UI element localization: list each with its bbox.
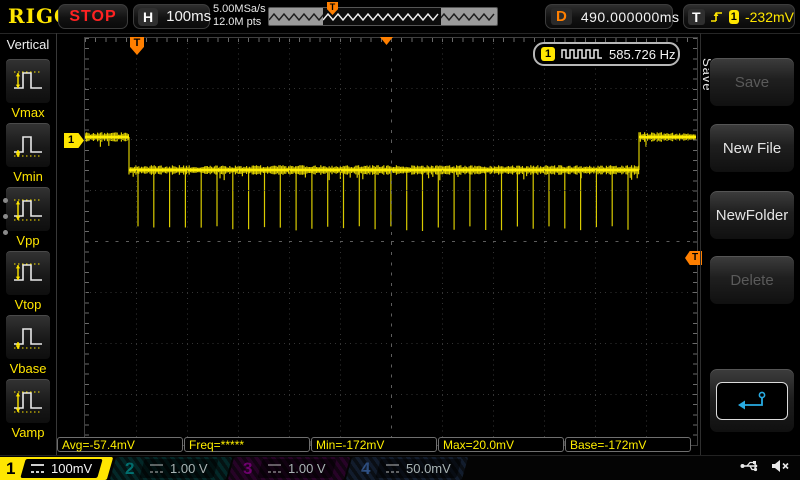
timebase-value: 100ms [166,8,212,25]
sample-rate: 5.00MSa/s [213,3,266,15]
trigger-label: T [688,8,705,25]
new-file-button[interactable]: New File [709,123,795,173]
channel-number: 2 [125,458,135,478]
measure-item-vpp[interactable]: Vpp [5,186,51,248]
vmax-icon [5,58,51,104]
square-wave-icon [561,48,603,60]
overview-wave-inner [323,12,439,22]
graticule-line [85,241,697,242]
dc-coupling-icon [150,464,164,473]
save-button[interactable]: Save [709,57,795,107]
run-state-indicator[interactable]: STOP [58,4,128,29]
soft-button-label: Save [734,73,770,91]
graticule-line [85,342,697,344]
soft-button-label: Delete [730,271,774,289]
right-soft-menu: Save Save New File NewFolder Delete [700,33,800,455]
freq-value: 585.726 Hz [609,46,676,62]
ch1-ground-marker[interactable]: 1 [64,133,84,148]
memory-depth: 12.0M pts [213,16,262,28]
dc-coupling-icon [386,464,400,473]
frequency-counter: 1 585.726 Hz [533,42,680,66]
measure-item-label: Vamp [11,425,45,440]
left-measure-menu: Vertical Vmax Vmin Vpp Vtop Vbase Vamp [0,33,57,455]
top-status-bar: RIGOL STOP H 100ms 5.00MSa/s 12.0M pts T… [0,0,800,34]
oscilloscope-screen: RIGOL STOP H 100ms 5.00MSa/s 12.0M pts T… [0,0,800,480]
acquisition-info: 5.00MSa/s 12.0M pts [213,3,266,29]
graticule-line [85,88,697,90]
graticule-line [85,139,697,141]
delay-readout[interactable]: D 490.000000ms [545,4,679,29]
speaker-muted-icon [770,458,790,479]
horizontal-timebase[interactable]: H 100ms [133,4,212,29]
run-state-label: STOP [69,7,117,25]
waveform-overview-bar[interactable]: T [268,2,498,26]
soft-button-label: NewFolder [715,206,789,224]
measure-menu-title: Vertical [6,37,50,52]
status-icons [740,458,790,479]
usb-icon [740,459,762,478]
vbase-icon [5,314,51,360]
graticule-line [85,190,697,192]
measure-item-label: Vtop [14,297,42,312]
measurement-result: Base=-172mV [565,437,691,452]
new-folder-button[interactable]: NewFolder [709,190,795,240]
channel-4-status[interactable]: 4 50.0mV [345,457,469,480]
freq-source-badge: 1 [541,47,555,61]
trigger-readout[interactable]: T 1 -232mV [683,4,795,29]
measurement-result: Max=20.0mV [438,437,564,452]
graticule-line [85,291,697,293]
measure-item-label: Vbase [9,361,47,376]
measure-item-vmax[interactable]: Vmax [5,58,51,120]
dc-coupling-icon [31,464,45,473]
channel-number: 4 [361,458,371,478]
delete-button[interactable]: Delete [709,255,795,305]
trigger-source-badge: 1 [728,9,739,24]
vmin-icon [5,122,51,168]
measure-item-vtop[interactable]: Vtop [5,250,51,312]
measurement-result: Min=-172mV [311,437,437,452]
channel-status-bar: 1 100mV 2 1.00 V 3 1.00 V 4 50.0mV [0,455,800,480]
menu-page-dot [3,198,8,203]
soft-button-label: New File [722,139,782,157]
measure-item-label: Vpp [16,233,40,248]
channel-scale: 100mV [51,461,93,476]
channel-number: 3 [243,458,253,478]
overview-view-window[interactable] [323,8,441,25]
delay-label: D [551,8,572,25]
delay-value: 490.000000ms [580,8,680,25]
measure-item-label: Vmax [11,105,45,120]
measure-item-vamp[interactable]: Vamp [5,378,51,440]
measurement-result: Avg=-57.4mV [57,437,183,452]
measurement-results-row: Avg=-57.4mV Freq=***** Min=-172mV Max=20.0m… [57,437,692,454]
channel-scale: 50.0mV [406,461,452,476]
menu-page-dot [3,230,8,235]
trigger-level-value: -232mV [744,8,794,25]
channel-scale: 1.00 V [288,461,327,476]
graticule [84,37,698,446]
channel-number: 1 [6,458,16,478]
measurement-result: Freq=***** [184,437,310,452]
channel-2-status[interactable]: 2 1.00 V [109,457,233,480]
measure-item-vmin[interactable]: Vmin [5,122,51,184]
return-arrow-icon [716,381,788,420]
rising-edge-icon [710,10,724,24]
back-button[interactable] [709,368,795,433]
vamp-icon [5,378,51,424]
measure-item-vbase[interactable]: Vbase [5,314,51,376]
vpp-icon [5,186,51,232]
channel-1-status[interactable]: 1 100mV [0,457,114,480]
menu-page-dot [3,214,8,219]
channel-3-status[interactable]: 3 1.00 V [227,457,351,480]
main-area: Vertical Vmax Vmin Vpp Vtop Vbase Vamp 1… [0,33,800,455]
measure-item-label: Vmin [13,169,43,184]
graticule-line [85,393,697,395]
vtop-icon [5,250,51,296]
channel-scale: 1.00 V [170,461,209,476]
horizontal-label: H [138,7,159,26]
dc-coupling-icon [268,464,282,473]
